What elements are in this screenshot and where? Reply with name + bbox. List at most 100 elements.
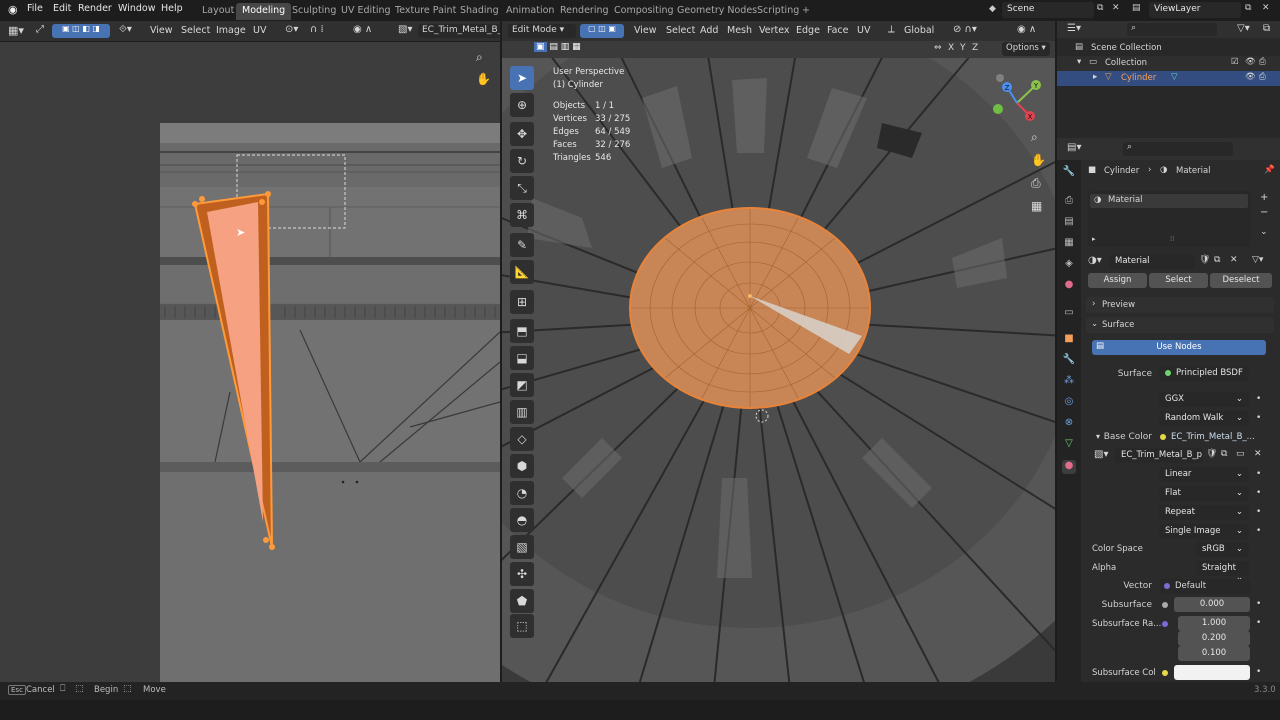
checkbox-icon[interactable]: ☑ [1231, 57, 1239, 67]
pivot-point-icon[interactable]: ⊘ ∩▾ [953, 24, 977, 35]
extension-dropdown[interactable]: Repeat ⌄ [1159, 505, 1249, 520]
fake-user-icon[interactable]: 🛡 [1199, 255, 1210, 265]
vp-menu-mesh[interactable]: Mesh [727, 25, 752, 36]
decorator-dot[interactable]: • [1256, 507, 1261, 517]
image-browse-icon[interactable]: ▧▾ [1094, 449, 1108, 460]
decorator-dot[interactable]: • [1256, 599, 1261, 609]
uv-menu-uv[interactable]: UV [253, 25, 266, 36]
vp-menu-view[interactable]: View [634, 25, 657, 36]
projection-dropdown[interactable]: Flat ⌄ [1159, 486, 1249, 501]
vp-menu-select[interactable]: Select [666, 25, 695, 36]
unlink-material-icon[interactable]: ✕ [1230, 255, 1238, 265]
particles-tab-icon[interactable]: ⁂ [1062, 375, 1076, 389]
menu-file[interactable]: File [27, 3, 43, 14]
list-expand-icon[interactable]: ▸ [1092, 235, 1096, 243]
select-mode-icons[interactable]: ▣ ◫ ◧ ◨ [52, 24, 110, 38]
new-scene-icon[interactable]: ⧉ [1097, 3, 1103, 13]
ortho-grid-icon[interactable]: ▦ [1031, 199, 1042, 213]
3d-viewport[interactable]: User Perspective (1) Cylinder Objects 1 /… [502, 58, 1055, 682]
decorator-dot[interactable]: • [1256, 488, 1261, 498]
tool-extrude[interactable]: ⬒ [510, 319, 534, 343]
proportional-icon[interactable]: ◉ ∧ [353, 24, 372, 35]
decorator-dot[interactable]: • [1256, 469, 1261, 479]
tool-inset[interactable]: ⬓ [510, 346, 534, 370]
slot-specials-icon[interactable]: ⌄ [1260, 227, 1268, 237]
pin-icon[interactable]: 📌 [1264, 165, 1275, 175]
view-layer-icon[interactable]: ▤ [1132, 3, 1141, 13]
tab-compositing[interactable]: Compositing [608, 3, 680, 20]
properties-search[interactable]: ⌕ [1123, 142, 1233, 156]
outliner-row-collection[interactable]: ▾ ▭ Collection ☑ 👁 ⎙ [1057, 56, 1280, 71]
axis-y-toggle[interactable]: Y [960, 43, 966, 53]
tool-cursor[interactable]: ⊕ [510, 93, 534, 117]
navigation-gizmo[interactable]: Y Z X [992, 68, 1052, 128]
tool-loop-cut[interactable]: ▥ [510, 400, 534, 424]
mode-dropdown[interactable]: Edit Mode ▾ [508, 24, 576, 38]
select-mode-buttons[interactable]: ▢ ◫ ▣ [580, 24, 624, 38]
tab-layout[interactable]: Layout [196, 3, 240, 20]
uv-menu-image[interactable]: Image [216, 25, 246, 36]
remove-slot-icon[interactable]: − [1260, 207, 1268, 218]
tool-knife[interactable]: ◇ [510, 427, 534, 451]
tab-animation[interactable]: Animation [500, 3, 560, 20]
render-tab-icon[interactable]: ⎙ [1062, 195, 1076, 209]
data-tab-icon[interactable]: ▽ [1062, 438, 1076, 452]
preview-panel-header[interactable]: › Preview [1086, 297, 1274, 313]
vp-menu-vertex[interactable]: Vertex [759, 25, 790, 36]
axis-z-toggle[interactable]: Z [972, 43, 978, 53]
surface-shader-field[interactable]: Principled BSDF [1159, 366, 1249, 381]
material-browse-icon[interactable]: ◑▾ [1088, 255, 1102, 266]
tool-select-box[interactable]: ➤ [510, 66, 534, 90]
tool-rip[interactable]: ⬚ [510, 614, 534, 638]
duplicate-material-icon[interactable]: ⧉ [1214, 255, 1220, 265]
snap-icon[interactable]: ∩ ⁞ [310, 24, 324, 35]
render-camera-icon[interactable]: ⎙ [1259, 72, 1266, 82]
tab-modeling[interactable]: Modeling [236, 3, 292, 20]
axis-x-toggle[interactable]: X [948, 43, 954, 53]
camera-view-icon[interactable]: ⎙ [1031, 176, 1041, 191]
base-color-link[interactable]: EC_Trim_Metal_B_... [1160, 430, 1256, 444]
assign-button[interactable]: Assign [1088, 273, 1147, 288]
scene-tab-icon[interactable]: ◈ [1062, 258, 1076, 272]
physics-tab-icon[interactable]: ◎ [1062, 396, 1076, 410]
new-collection-icon[interactable]: ⧉ [1263, 23, 1270, 34]
image-browse-icon[interactable]: ▧▾ [398, 24, 412, 35]
modifier-tab-icon[interactable]: 🔧 [1062, 354, 1076, 368]
world-tab-icon[interactable]: ● [1062, 279, 1076, 293]
menu-edit[interactable]: Edit [53, 3, 71, 14]
scene-field[interactable]: Scene [1002, 2, 1094, 18]
subsurface-color-swatch[interactable] [1174, 665, 1250, 680]
tool-edge-slide[interactable]: ▧ [510, 535, 534, 559]
mirror-icon[interactable]: ⇔ [934, 43, 942, 53]
material-tab-icon[interactable]: ● [1062, 460, 1076, 474]
tool-settings-tab-icon[interactable]: 🔧 [1062, 166, 1076, 180]
decorator-dot[interactable]: • [1256, 394, 1261, 404]
image-name-field[interactable]: EC_Trim_Metal_B_p... [1115, 448, 1203, 463]
material-slot-row[interactable]: ◑ Material [1090, 194, 1248, 208]
outliner-search-icon[interactable]: ⌕ [1127, 23, 1217, 36]
collection-tab-icon[interactable]: ▭ [1062, 307, 1076, 321]
vp-menu-edge[interactable]: Edge [796, 25, 820, 36]
uv-editor-canvas[interactable]: ➤ ⌕ ✋ [0, 42, 500, 682]
scene-icon[interactable]: ◆ [989, 4, 996, 14]
uv-menu-view[interactable]: View [150, 25, 173, 36]
deselect-button[interactable]: Deselect [1210, 273, 1272, 288]
list-resize-grip-icon[interactable]: ⁞⁞ [1170, 235, 1174, 243]
delete-scene-icon[interactable]: ✕ [1112, 3, 1120, 13]
visibility-eye-icon[interactable]: 👁 [1245, 57, 1256, 67]
tool-scale[interactable]: ⤡ [510, 176, 534, 200]
pivot-icon[interactable]: ⊙▾ [285, 24, 298, 35]
unlink-image-icon[interactable]: ✕ [1254, 449, 1262, 459]
tool-annotate[interactable]: ✎ [510, 233, 534, 257]
expand-arrow-icon[interactable]: ▸ [1093, 72, 1097, 82]
add-workspace-button[interactable]: + [796, 3, 816, 20]
select-box-icons[interactable]: ▣ ▤ ▥ ▦ [534, 42, 581, 52]
visibility-eye-icon[interactable]: 👁 [1245, 72, 1256, 82]
vp-menu-uv[interactable]: UV [857, 25, 870, 36]
add-slot-icon[interactable]: + [1260, 192, 1268, 203]
constraints-tab-icon[interactable]: ⊗ [1062, 417, 1076, 431]
distribution-dropdown[interactable]: GGX ⌄ [1159, 392, 1249, 407]
tab-uv-editing[interactable]: UV Editing [335, 3, 397, 20]
sticky-select-icon[interactable]: ⤢ [36, 24, 44, 35]
open-image-icon[interactable]: ▭ [1236, 449, 1245, 459]
